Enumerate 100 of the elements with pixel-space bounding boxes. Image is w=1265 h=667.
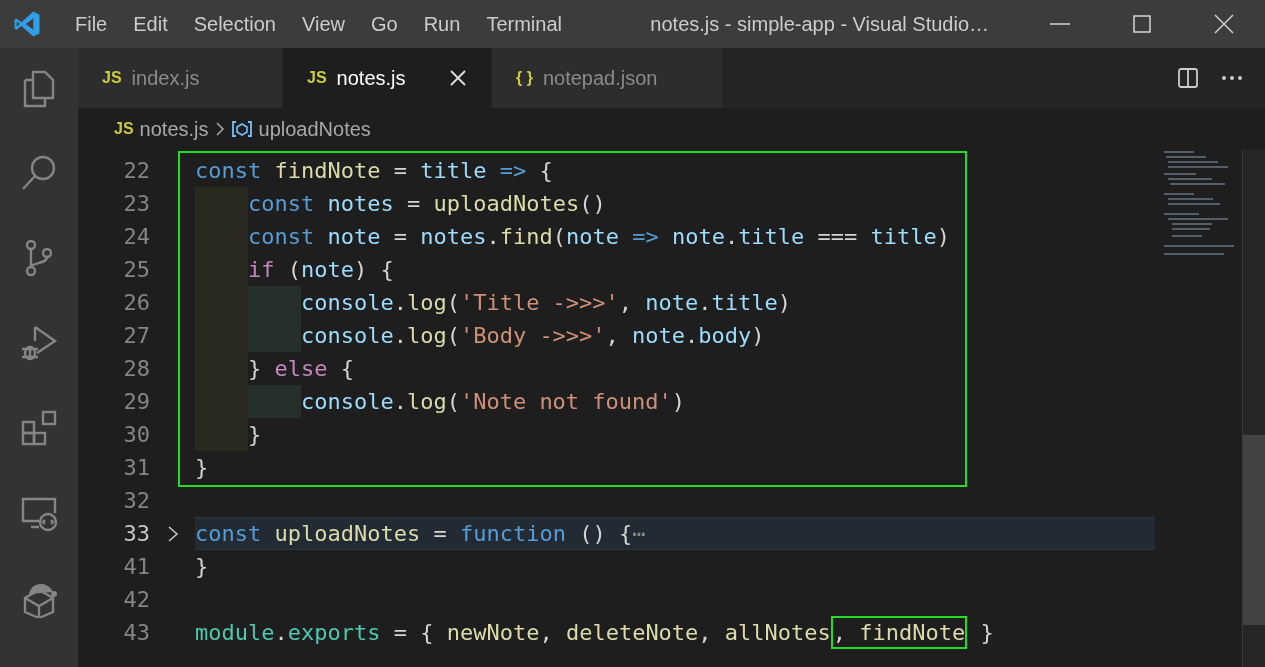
code-text: ( (286, 257, 301, 282)
extensions-icon[interactable] (19, 408, 59, 448)
code-text: () (579, 191, 606, 216)
variable: console (300, 389, 394, 414)
string-literal: 'Note not found' (459, 389, 672, 414)
keyword: function (459, 521, 566, 546)
keyword: const (195, 158, 263, 183)
string-literal: 'Title ->>>' (459, 290, 619, 315)
function-name: deleteNote (565, 620, 699, 645)
maximize-icon[interactable] (1130, 12, 1154, 36)
code-text: } (195, 455, 209, 480)
close-icon[interactable] (1212, 12, 1236, 36)
menu-item[interactable]: View (289, 12, 358, 36)
code-text: . (698, 290, 712, 315)
variable: body (698, 323, 752, 348)
module-name: module (195, 620, 275, 645)
code-text: . (274, 620, 288, 645)
line-number: 31 (122, 455, 150, 480)
code-text: { (339, 356, 354, 381)
menu-item[interactable]: Run (410, 12, 474, 36)
close-icon[interactable] (449, 69, 467, 87)
editor-tab[interactable]: JS notes.js (283, 48, 492, 108)
line-number: 30 (122, 422, 150, 447)
code-text: , (539, 620, 554, 645)
fold-ellipsis[interactable]: ⋯ (632, 521, 646, 546)
variable: note (300, 257, 354, 282)
control-keyword: if (247, 257, 275, 282)
variable: title (870, 224, 937, 249)
code-text: ( (446, 290, 460, 315)
menu-item[interactable]: Edit (120, 12, 181, 36)
code-text: , (832, 620, 848, 645)
function-name: allNotes (724, 620, 831, 645)
function-name: find (499, 224, 553, 249)
code-text: . (393, 389, 407, 414)
editor-tab[interactable]: JS index.js (78, 48, 283, 108)
editor-logo-icon (12, 9, 42, 39)
code-text: { (538, 158, 553, 183)
breadcrumb-item[interactable]: notes.js (139, 117, 209, 141)
line-number: 29 (122, 389, 150, 414)
menu-item[interactable]: Go (358, 12, 411, 36)
variable: title (738, 224, 805, 249)
variable: note (645, 290, 699, 315)
variable: console (300, 290, 394, 315)
editor-tab[interactable]: { } notepad.json (492, 48, 723, 108)
window-title: notes.js - simple-app - Visual Studio… (650, 12, 989, 36)
breadcrumb-item[interactable]: uploadNotes (258, 117, 371, 141)
function-name: log (406, 323, 447, 348)
keyword: const (247, 224, 316, 249)
code-text: } (195, 554, 209, 579)
code-text: () { (578, 521, 633, 546)
split-editor-icon[interactable] (1177, 67, 1199, 89)
variable: notes (327, 191, 394, 216)
variable: title (711, 290, 778, 315)
line-number: 25 (122, 257, 150, 282)
function-name: log (406, 389, 447, 414)
code-text: = (392, 224, 408, 249)
control-keyword: else (274, 356, 328, 381)
code-text: } (979, 620, 994, 645)
code-text: ) (671, 389, 686, 414)
function-name: log (406, 290, 447, 315)
code-text: . (724, 224, 739, 249)
function-name: findNote (859, 620, 966, 645)
line-number: 26 (122, 290, 150, 315)
line-number: 42 (122, 587, 150, 612)
line-number: 33 (122, 521, 150, 546)
line-number: 27 (122, 323, 150, 348)
code-text: = (432, 521, 448, 546)
variable: note (565, 224, 620, 249)
code-text: ( (446, 389, 460, 414)
menu-item[interactable]: File (62, 12, 121, 36)
line-number: 22 (122, 158, 150, 183)
function-name: newNote (446, 620, 540, 645)
file-type-label: JS (114, 120, 134, 138)
debug-icon[interactable] (19, 323, 59, 363)
fold-chevron-icon[interactable] (166, 524, 179, 543)
code-text: . (393, 323, 407, 348)
code-text: } (247, 422, 262, 447)
keyword: const (247, 191, 316, 216)
line-number: 28 (122, 356, 150, 381)
code-text: === (816, 224, 859, 249)
code-text: , (618, 290, 634, 315)
keyword: => (499, 158, 527, 183)
line-number: 32 (122, 488, 150, 513)
line-number: 23 (122, 191, 150, 216)
line-number: 43 (122, 620, 150, 645)
scrollbar[interactable] (1242, 150, 1265, 667)
variable: console (300, 323, 394, 348)
code-text: ) (751, 323, 765, 348)
code-text: ) { (353, 257, 394, 282)
function-name: findNote (274, 158, 381, 183)
code-text: ( (446, 323, 460, 348)
more-icon[interactable] (1221, 75, 1243, 81)
code-text: ) (936, 224, 951, 249)
code-text: } (247, 356, 263, 381)
code-text: , (605, 323, 620, 348)
menu-item[interactable]: Terminal (473, 12, 575, 36)
menu-item[interactable]: Selection (180, 12, 289, 36)
code-text: = (405, 191, 422, 216)
keyword: => (632, 224, 660, 249)
line-number: 41 (122, 554, 150, 579)
